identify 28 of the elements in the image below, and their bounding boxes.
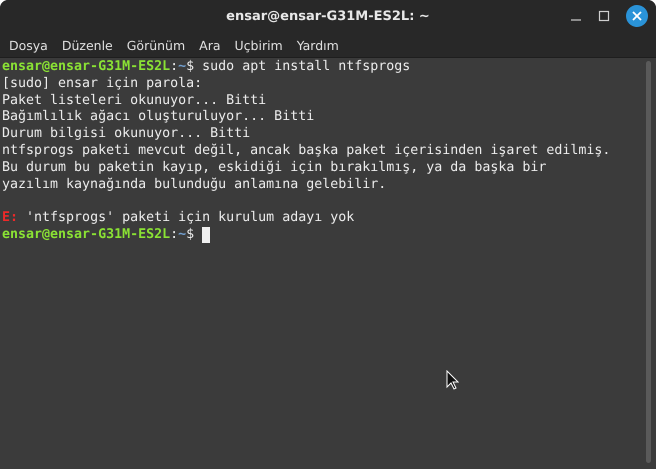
error-label: E: <box>2 210 18 227</box>
menu-item[interactable]: Düzenle <box>62 38 119 52</box>
terminal-text: Bağımlılık ağacı oluşturuluyor... Bitti <box>2 109 314 126</box>
menu-item[interactable]: Dosya <box>9 38 54 52</box>
prompt-user: ensar@ensar-G31M-ES2L <box>2 226 170 244</box>
mouse-pointer-icon <box>446 370 459 390</box>
prompt-path: ~ <box>178 226 186 244</box>
terminal-text: Bu durum bu paketin kayıp, eskidiği için bırakılmış, ya da başka bir <box>2 160 546 177</box>
terminal-text: Paket listeleri okunuyor... Bitti <box>2 92 266 110</box>
menu-item[interactable]: Yardım <box>296 38 345 52</box>
terminal-text: : <box>170 226 178 244</box>
prompt-path: ~ <box>178 59 186 76</box>
terminal-text: [sudo] ensar için parola: <box>2 76 202 93</box>
menu-item[interactable]: Görünüm <box>126 38 192 52</box>
terminal-text: $ <box>186 226 196 244</box>
prompt-user: ensar@ensar-G31M-ES2L <box>2 59 170 76</box>
terminal-text: Durum bilgisi okunuyor... Bitti <box>2 126 250 143</box>
terminal-text: $ sudo apt install ntfsprogs <box>186 59 410 76</box>
close-icon[interactable] <box>626 5 648 27</box>
terminal-text: yazılım kaynağında bulunduğu anlamına gelebilir. <box>2 176 386 194</box>
menu-item[interactable]: Ara <box>199 38 227 52</box>
maximize-icon[interactable] <box>598 10 610 22</box>
terminal-text: 'ntfsprogs' paketi için kurulum adayı yok <box>25 210 354 227</box>
terminal-text: : <box>170 59 178 76</box>
window-title: ensar@ensar-G31M-ES2L: ~ <box>226 9 430 24</box>
terminal-text: ntfsprogs paketi mevcut değil, ancak başka paket içerisinden işaret edilmiş. <box>2 142 610 160</box>
scrollbar[interactable] <box>646 61 651 463</box>
menu-item[interactable]: Uçbirim <box>234 38 289 52</box>
